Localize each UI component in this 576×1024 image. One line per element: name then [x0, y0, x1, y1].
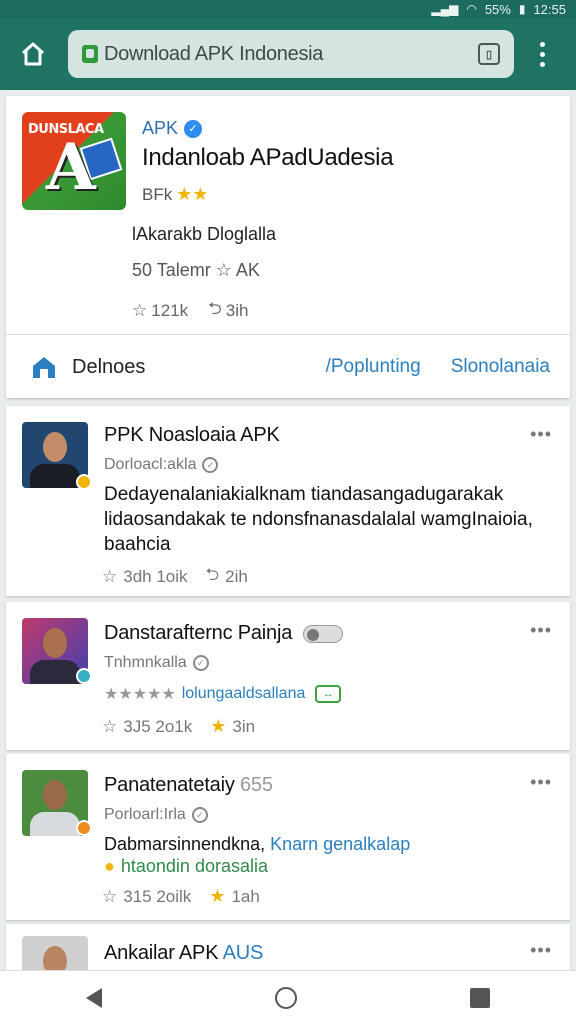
share-stat[interactable]: ⮌ 2ih — [206, 562, 248, 591]
star-outline-icon: ☆ — [215, 260, 232, 280]
action-label[interactable]: Delnoes — [72, 356, 326, 379]
star-outline-icon: ☆ — [102, 886, 118, 906]
check-icon: ✓ — [202, 457, 219, 473]
check-icon: ✓ — [192, 655, 209, 671]
more-options-icon[interactable]: ••• — [530, 772, 552, 793]
shares-count: 3ih — [225, 300, 249, 320]
battery-icon: ▮ — [518, 2, 526, 16]
signal-icon: ▂▄▆ — [431, 2, 459, 16]
share-icon: ⮌ — [205, 565, 220, 584]
verified-icon: ✓ — [184, 119, 203, 138]
battery-percent: 55% — [484, 1, 511, 17]
post-body: Dabmarsinnendkna, Knarn genalkalap — [104, 834, 411, 854]
menu-button[interactable] — [522, 31, 562, 77]
menu-dot — [539, 61, 545, 67]
wifi-icon: ◠ — [466, 2, 477, 16]
home-circle-icon[interactable] — [274, 986, 297, 1009]
post-title: Panatenatetaiy 655 — [104, 774, 273, 796]
rating-row: BFk ★★ — [142, 184, 209, 205]
rating-stars-icon: ★★★★★ — [104, 686, 176, 703]
shares-stat[interactable]: ⮌ 3ih — [208, 296, 248, 325]
publisher-tag: APK — [142, 118, 179, 138]
post-subtitle: Porloarl:Irla ✓ — [104, 806, 208, 824]
post-link[interactable]: Knarn genalkalap — [270, 834, 410, 854]
post-title: PPK Noasloaia APK — [104, 424, 280, 446]
post-extra: ★★★★★ lolungaaldsallana ↔ — [104, 684, 342, 704]
post-body: Dedayenalaniakialknam tiandasangadugarak… — [104, 484, 533, 555]
recent-apps-icon[interactable] — [469, 987, 490, 1008]
star-outline-icon: ☆ — [102, 716, 118, 736]
back-icon[interactable] — [86, 987, 103, 1008]
favorite-stat[interactable]: ★ 1ah — [209, 886, 260, 907]
list-item[interactable]: Danstarafternc Painja ••• Tnhmnkalla ✓ ★… — [6, 602, 570, 750]
lock-icon — [82, 45, 98, 63]
home-icon — [21, 42, 45, 66]
app-icon-letter: A — [46, 130, 96, 205]
more-options-icon[interactable]: ••• — [530, 940, 552, 961]
post-title: Danstarafternc Painja — [104, 622, 344, 645]
star-icon: ★ — [209, 886, 226, 906]
status-bar: ▂▄▆ ◠ 55% ▮ 12:55 — [0, 0, 576, 18]
download-link[interactable]: Slonolanaia — [451, 356, 550, 378]
popular-link[interactable]: /Poplunting — [326, 356, 421, 378]
size-text: 50 Talemr — [132, 260, 211, 280]
post-subtitle: Tnhmnkalla ✓ — [104, 654, 209, 672]
home-button[interactable] — [10, 31, 56, 77]
badge-icon — [76, 474, 92, 490]
rating-label: BFk — [142, 184, 173, 204]
post-meta: ☆ 3J5 2o1k ★ 3in — [102, 716, 255, 737]
check-icon: ✓ — [191, 807, 208, 823]
list-item[interactable]: Panatenatetaiy 655 ••• Porloarl:Irla ✓ D… — [6, 754, 570, 920]
status-time: 12:55 — [533, 1, 566, 17]
more-options-icon[interactable]: ••• — [530, 620, 552, 641]
badge-icon — [76, 820, 92, 836]
stat-row: ☆ 121k ⮌ 3ih — [132, 296, 248, 325]
star-outline-icon: ☆ — [102, 566, 118, 586]
post-extra: ● htaondin dorasalia — [104, 856, 268, 876]
star-outline-icon: ☆ — [132, 300, 148, 320]
divider — [6, 334, 570, 335]
tabs-icon: ▯ — [485, 48, 493, 61]
post-subtitle: Dorloacl:akla ✓ — [104, 456, 219, 474]
favorite-stat[interactable]: ★ 3in — [210, 716, 255, 737]
post-title: Ankailar APK AUS — [104, 942, 264, 964]
more-options-icon[interactable]: ••• — [530, 424, 552, 445]
link-badge-icon: ↔ — [315, 685, 342, 703]
app-icon[interactable]: DUNSLACA A — [22, 112, 126, 210]
list-item[interactable]: PPK Noasloaia APK ••• Dorloacl:akla ✓ De… — [6, 406, 570, 596]
menu-dot — [539, 51, 545, 57]
home-icon — [30, 352, 60, 382]
developer-name[interactable]: lAkarakb Dloglalla — [132, 224, 276, 245]
address-bar[interactable]: Download APK Indonesia ▯ — [68, 30, 514, 78]
app-card: DUNSLACA A APK ✓ Indanloab APadUadesia B… — [6, 96, 570, 398]
emoji-icon: ● — [104, 856, 115, 876]
title-suffix: AUS — [222, 942, 264, 964]
toggle-icon — [303, 624, 344, 643]
publisher-row: APK ✓ — [142, 118, 203, 139]
title-suffix: 655 — [240, 774, 273, 796]
like-stat[interactable]: ☆ 315 2oilk — [102, 887, 191, 907]
url-text: Download APK Indonesia — [104, 42, 324, 65]
post-meta: ☆ 315 2oilk ★ 1ah — [102, 886, 260, 907]
star-icon: ★★ — [176, 184, 209, 204]
size-row: 50 Talemr ☆ AK — [132, 260, 260, 281]
system-nav-bar — [0, 970, 576, 1024]
badge-icon — [76, 668, 92, 684]
like-stat[interactable]: ☆ 3J5 2o1k — [102, 717, 192, 737]
likes-count: 121k — [151, 300, 189, 320]
tabs-button[interactable]: ▯ — [478, 43, 500, 65]
star-icon: ★ — [210, 716, 227, 736]
likes-stat[interactable]: ☆ 121k — [132, 301, 188, 321]
like-stat[interactable]: ☆ 3dh 1oik — [102, 567, 188, 587]
action-row: Delnoes /Poplunting Slonolanaia — [6, 336, 570, 398]
post-meta: ☆ 3dh 1oik ⮌ 2ih — [102, 562, 248, 591]
size-suffix: AK — [235, 260, 260, 280]
menu-dot — [539, 41, 545, 47]
app-title: Indanloab APadUadesia — [142, 144, 394, 171]
share-icon: ⮌ — [208, 299, 222, 318]
browser-toolbar: Download APK Indonesia ▯ — [0, 18, 576, 90]
